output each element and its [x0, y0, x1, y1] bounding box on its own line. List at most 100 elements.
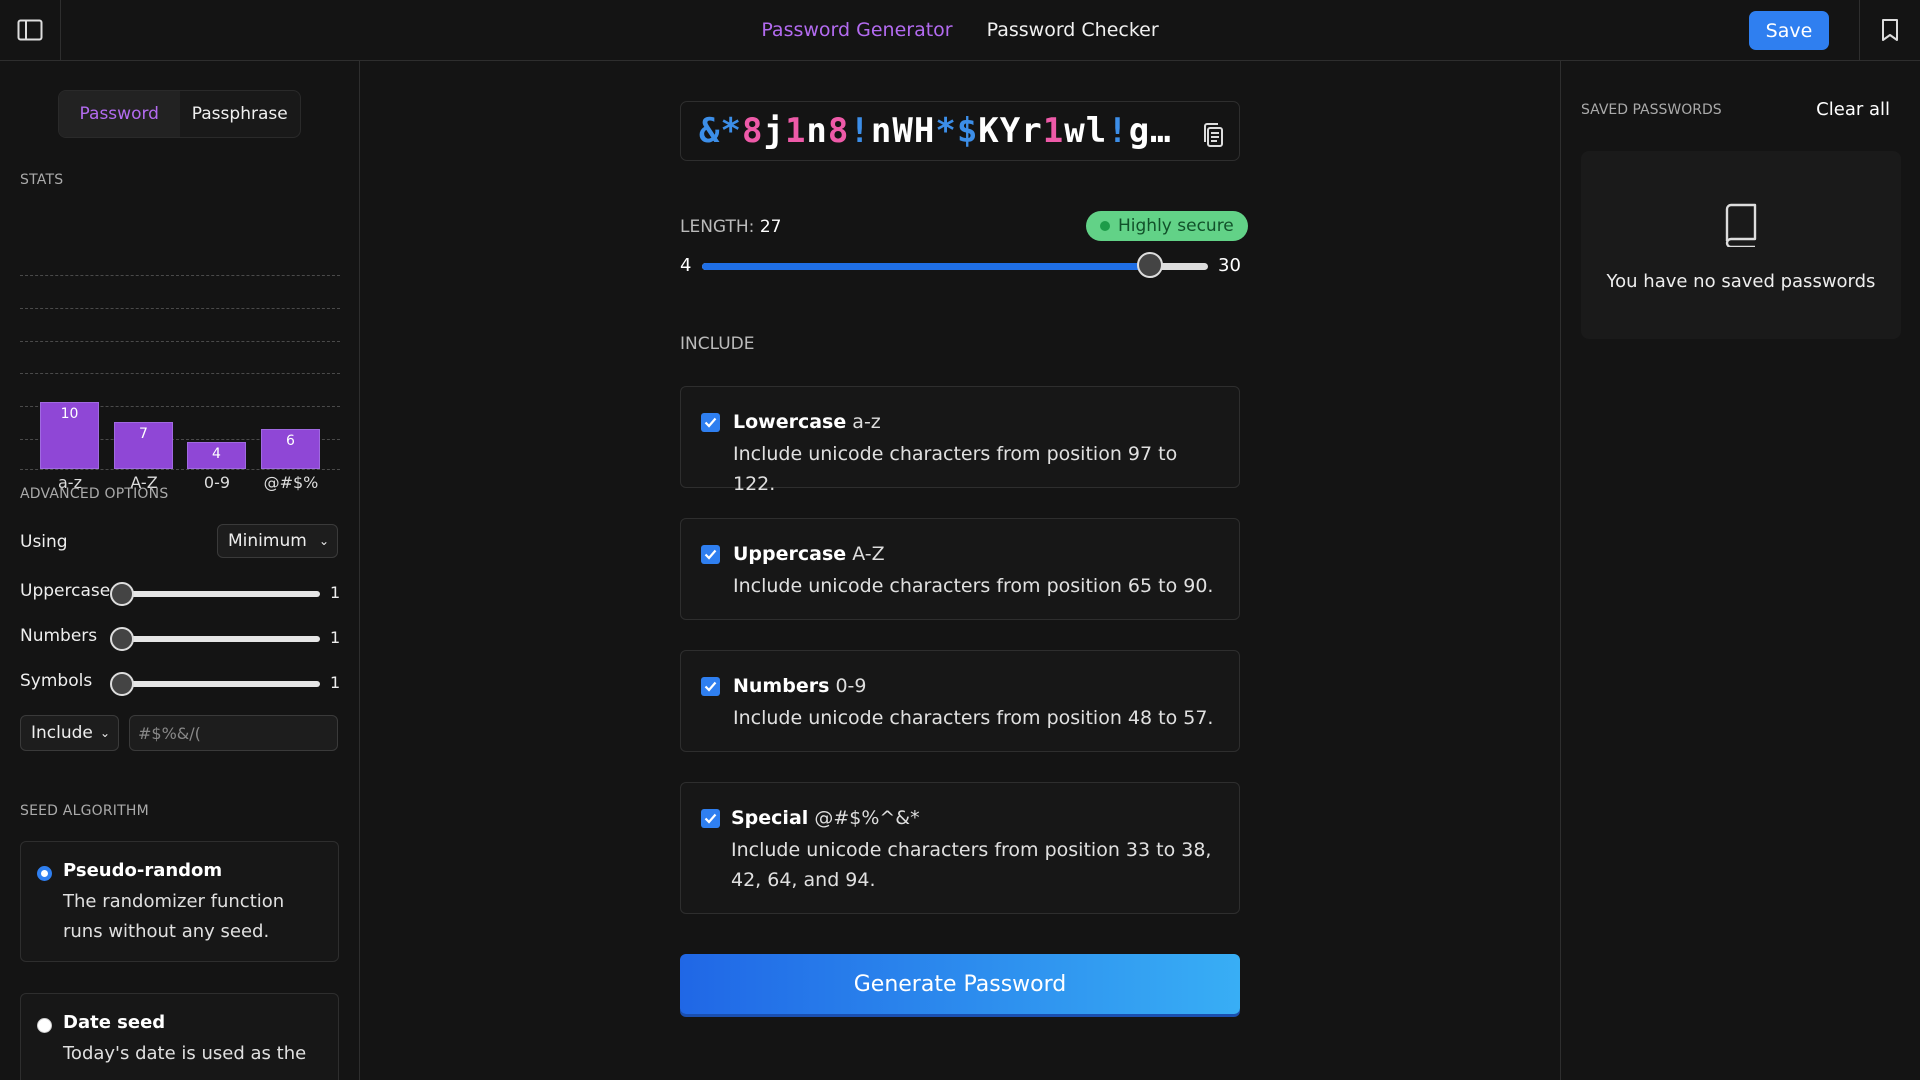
password-char: 1 [784, 111, 807, 151]
seed-option-title: Date seed [63, 1012, 166, 1033]
password-char: K [978, 111, 1000, 151]
right-sidebar: SAVED PASSWORDS Clear all You have no sa… [1560, 61, 1920, 1080]
numbers-slider[interactable] [110, 627, 320, 651]
lowercase-checkbox[interactable] [701, 413, 720, 432]
uppercase-slider-thumb[interactable] [110, 582, 134, 606]
password-text: &*8j1n8!nWH*$KYr1wl!gi… [699, 111, 1179, 151]
symbols-slider-thumb[interactable] [110, 672, 134, 696]
seed-date-option[interactable]: Date seed Today's date is used as the [20, 993, 339, 1080]
option-name: Special [731, 807, 809, 829]
bookmark-button[interactable] [1859, 0, 1920, 60]
include-select-value: Include [31, 723, 93, 743]
password-char: W [892, 111, 914, 151]
checkmark-icon [704, 681, 717, 692]
left-sidebar: Password Passphrase STATS 10 a-z 7 A-Z 4 0-9 6… [0, 61, 360, 1080]
chevron-down-icon: ⌄ [318, 534, 329, 548]
password-char: * [720, 111, 742, 151]
using-select-value: Minimum [228, 531, 307, 551]
symbols-value: 1 [330, 673, 341, 692]
password-char: 8 [827, 111, 850, 151]
uppercase-checkbox[interactable] [701, 545, 720, 564]
option-name: Uppercase [733, 543, 847, 565]
uppercase-slider[interactable] [110, 582, 320, 606]
password-char: j [763, 111, 785, 151]
length-slider[interactable] [702, 252, 1208, 278]
grid-line [20, 341, 340, 342]
grid-line [20, 373, 340, 374]
save-button[interactable]: Save [1749, 11, 1829, 50]
generate-password-button[interactable]: Generate Password [680, 954, 1240, 1014]
length-label: LENGTH: 27 [680, 217, 781, 237]
include-title: INCLUDE [680, 334, 755, 354]
option-lowercase[interactable]: Lowercase a-z Include unicode characters… [680, 386, 1240, 495]
tab-password-checker[interactable]: Password Checker [987, 19, 1159, 41]
password-char: * [935, 111, 957, 151]
option-uppercase[interactable]: Uppercase A-Z Include unicode characters… [680, 518, 1240, 620]
copy-icon[interactable] [1201, 119, 1227, 159]
seed-option-title: Pseudo-random [63, 860, 223, 881]
include-select[interactable]: Include ⌄ [20, 715, 119, 751]
option-special[interactable]: Special @#$%^&* Include unicode characte… [680, 782, 1240, 914]
symbols-slider[interactable] [110, 672, 320, 696]
seed-algorithm-title: SEED ALGORITHM [20, 803, 149, 819]
length-slider-thumb[interactable] [1136, 252, 1163, 278]
option-numbers[interactable]: Numbers 0-9 Include unicode characters f… [680, 650, 1240, 752]
special-checkbox[interactable] [701, 809, 720, 828]
password-char: H [913, 111, 936, 151]
numbers-slider-thumb[interactable] [110, 627, 134, 651]
password-char: Y [999, 111, 1022, 151]
chart-category-label: 0-9 [203, 473, 231, 492]
option-name: Lowercase [733, 411, 847, 433]
clear-all-button[interactable]: Clear all [1816, 99, 1890, 120]
bookmark-icon [1882, 19, 1898, 41]
length-label-text: LENGTH: [680, 217, 755, 237]
option-desc: Include unicode characters from position… [731, 839, 1212, 891]
length-value: 27 [759, 217, 782, 237]
option-name: Numbers [733, 675, 830, 697]
password-char: & [699, 111, 721, 151]
length-min: 4 [680, 255, 692, 276]
top-bar: Password Generator Password Checker Save [0, 0, 1920, 61]
chart-bar: 4 [187, 442, 246, 469]
grid-line [20, 275, 340, 276]
seed-pseudo-random-option[interactable]: Pseudo-random The randomizer function ru… [20, 841, 339, 962]
option-range: A-Z [852, 543, 885, 565]
numbers-value: 1 [330, 628, 341, 647]
characters-input[interactable]: #$%&/( [129, 715, 338, 751]
numbers-checkbox[interactable] [701, 677, 720, 696]
password-char: 1 [1042, 111, 1065, 151]
option-desc: Include unicode characters from position… [733, 443, 1178, 495]
checkmark-icon [704, 417, 717, 428]
using-select[interactable]: Minimum ⌄ [217, 524, 338, 558]
option-desc: Include unicode characters from position… [733, 575, 1214, 597]
password-char: $ [956, 111, 979, 151]
option-range: 0-9 [835, 675, 867, 697]
mode-passphrase-tab[interactable]: Passphrase [180, 91, 301, 137]
numbers-label: Numbers [20, 626, 98, 646]
mode-password-tab[interactable]: Password [59, 91, 180, 137]
advanced-options-title: ADVANCED OPTIONS [20, 486, 169, 502]
nav-tabs: Password Generator Password Checker [0, 0, 1920, 60]
option-desc: Include unicode characters from position… [733, 707, 1214, 729]
tab-password-generator[interactable]: Password Generator [761, 19, 952, 41]
length-max: 30 [1218, 255, 1241, 276]
password-char: w [1064, 111, 1086, 151]
password-display[interactable]: &*8j1n8!nWH*$KYr1wl!gi… [680, 101, 1240, 161]
checkmark-icon [704, 549, 717, 560]
radio-pseudo-random[interactable] [37, 866, 52, 881]
symbols-label: Symbols [20, 671, 93, 691]
status-dot-icon [1100, 221, 1110, 231]
mode-toggle: Password Passphrase [58, 90, 301, 138]
stats-title: STATS [20, 172, 64, 188]
password-char: n [870, 111, 893, 151]
password-char: … [1172, 111, 1179, 151]
stats-chart: 10 a-z 7 A-Z 4 0-9 6 @#$% [20, 209, 340, 492]
chart-bar: 10 [40, 402, 99, 469]
password-char: l [1085, 111, 1108, 151]
book-icon [1722, 203, 1760, 251]
radio-date-seed[interactable] [37, 1018, 52, 1033]
grid-line [20, 469, 340, 470]
empty-saved-text: You have no saved passwords [1606, 271, 1876, 292]
password-char: n [806, 111, 828, 151]
password-char: ! [849, 111, 871, 151]
